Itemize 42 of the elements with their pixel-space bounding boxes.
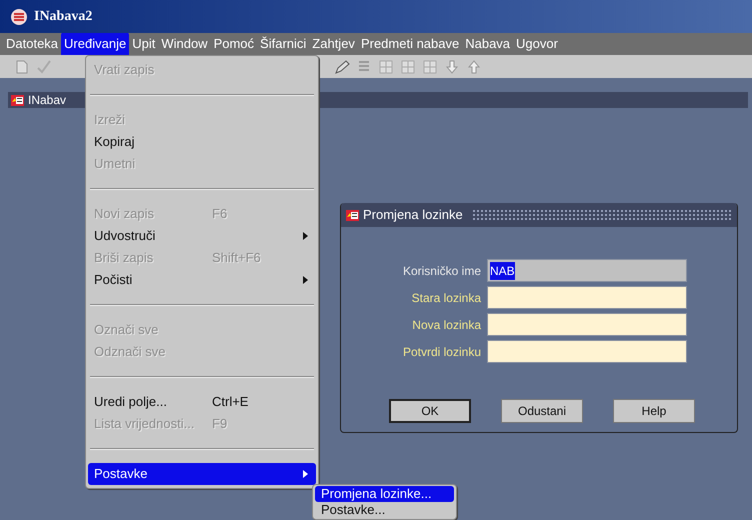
- grid-icon[interactable]: [422, 58, 438, 74]
- menu-item[interactable]: Predmeti nabave: [358, 33, 462, 55]
- grid-icon[interactable]: [400, 58, 416, 74]
- field-label: Potvrdi lozinku: [402, 344, 482, 360]
- app-icon: [10, 8, 28, 26]
- form-icon: [10, 93, 25, 107]
- menu-item[interactable]: Postavke: [88, 463, 316, 485]
- field-label: Stara lozinka: [410, 290, 482, 306]
- document-icon[interactable]: [14, 58, 30, 74]
- field-label: Nova lozinka: [411, 316, 482, 334]
- check-icon[interactable]: [36, 58, 52, 74]
- menu-item[interactable]: Uređivanje: [61, 33, 130, 55]
- menu-item[interactable]: Uredi polje... Ctrl+E: [88, 391, 316, 413]
- menu-item[interactable]: Promjena lozinke...: [315, 486, 454, 502]
- input-field[interactable]: [487, 340, 687, 363]
- window-title: INabava2: [34, 8, 92, 26]
- menu-item[interactable]: Window: [158, 33, 211, 55]
- input-field[interactable]: [487, 313, 687, 336]
- down-arrow-icon[interactable]: [444, 58, 460, 74]
- dialog-button[interactable]: OK: [389, 399, 471, 423]
- menu-item[interactable]: Udvostruči: [88, 225, 316, 247]
- input-field[interactable]: NAB: [487, 259, 687, 282]
- menu-item[interactable]: Zahtjev: [309, 33, 358, 55]
- dialog-button[interactable]: Help: [613, 399, 695, 423]
- menu-item[interactable]: Pomoć: [210, 33, 258, 55]
- menu-item[interactable]: Počisti: [88, 269, 316, 291]
- dialog-button[interactable]: Odustani: [501, 399, 583, 423]
- up-arrow-icon[interactable]: [466, 58, 482, 74]
- menu-item[interactable]: Ugovor: [513, 33, 561, 55]
- window-title: INabav: [28, 92, 66, 109]
- menu-item[interactable]: Šifarnici: [257, 33, 310, 55]
- menu-item[interactable]: Upit: [129, 33, 158, 55]
- input-field[interactable]: [487, 286, 687, 309]
- menu-item[interactable]: Kopiraj: [88, 131, 316, 153]
- dialog-title: Promjena lozinke: [363, 206, 463, 224]
- menu-item[interactable]: Nabava: [462, 33, 514, 55]
- field-label: Korisničko ime: [402, 262, 482, 280]
- pencil-icon[interactable]: [334, 58, 350, 74]
- menu-item[interactable]: Postavke...: [315, 502, 454, 518]
- form-icon: [345, 208, 360, 222]
- menu-item[interactable]: Datoteka: [3, 33, 62, 55]
- grid-icon[interactable]: [378, 58, 394, 74]
